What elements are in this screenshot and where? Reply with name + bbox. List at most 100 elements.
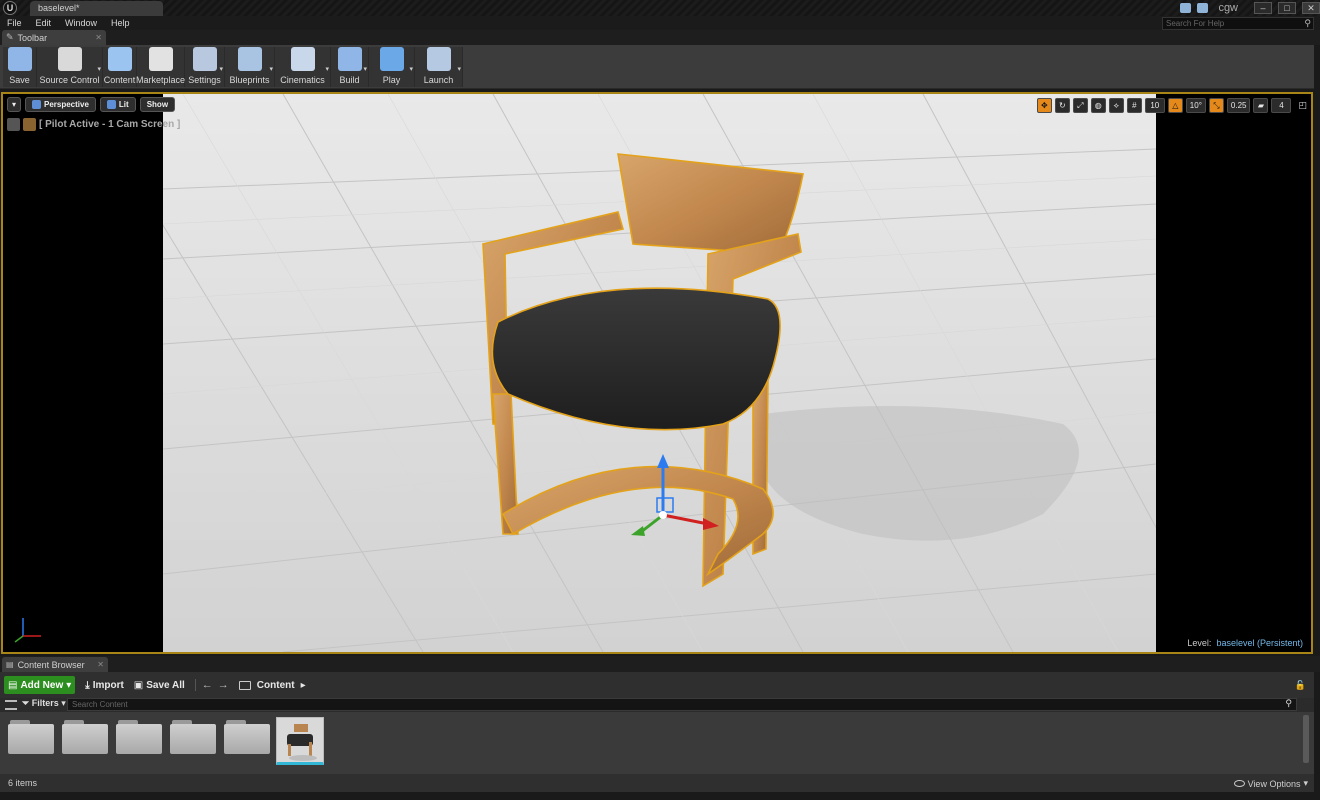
chevron-down-icon[interactable]: ▾ [325,65,329,73]
content-button[interactable]: Content [103,47,137,87]
asset-folder[interactable] [8,720,54,754]
chevron-down-icon[interactable]: ▾ [97,65,101,73]
content-browser-icon: ▤ [6,660,14,669]
surface-snap-icon[interactable]: ⟡ [1108,98,1124,113]
user-name[interactable]: cgw [1218,2,1238,14]
launch-icon [426,47,451,71]
back-arrow-icon[interactable]: ← [202,679,213,691]
scale-snap-icon[interactable]: ⤡ [1208,98,1224,113]
eject-icon[interactable] [7,118,20,131]
content-browser-tab[interactable]: ▤ Content Browser ✕ [2,657,108,672]
toolbar-tab[interactable]: ✎ Toolbar ✕ [2,30,106,45]
rotation-snap-value[interactable]: 10° [1185,98,1206,113]
viewport-scene[interactable] [163,94,1156,652]
viewport-transform-tools: ✥ ↻ ⤢ ◍ ⟡ # 10 △ 10° ⤡ 0.25 ▰ 4 ◰ [1036,98,1307,113]
rotation-snap-icon[interactable]: △ [1167,98,1183,113]
forward-arrow-icon[interactable]: → [218,679,229,691]
scale-snap-value[interactable]: 0.25 [1226,98,1251,113]
asset-folder[interactable] [62,720,108,754]
grid-snap-icon[interactable]: # [1126,98,1142,113]
show-flags-label: Show [146,100,169,109]
marketplace-icon [148,47,173,71]
scale-mode-icon[interactable]: ⤢ [1072,98,1088,113]
launch-button[interactable]: Launch ▾ [415,47,463,87]
translate-mode-icon[interactable]: ✥ [1036,98,1052,113]
maximize-button[interactable]: □ [1278,2,1296,14]
feedback-icon[interactable] [1197,3,1209,13]
menu-file[interactable]: File [0,16,29,30]
chevron-down-icon: ▾ [1303,778,1308,788]
sources-panel-icon[interactable] [5,700,17,710]
camera-speed-value[interactable]: 4 [1271,98,1292,113]
view-options-button[interactable]: View Options ▾ [1233,778,1308,789]
level-name: baselevel (Persistent) [1216,638,1303,648]
chair-thumbnail-icon [287,724,317,761]
toolbar-button-label: Cinematics [280,75,325,85]
chevron-down-icon[interactable]: ▾ [219,65,223,73]
content-browser-tab-bar: ▤ Content Browser ✕ [0,656,1320,672]
search-content-placeholder: Search Content [72,700,128,709]
content-browser-tab-label: Content Browser [17,659,85,670]
minimize-button[interactable]: – [1254,2,1272,14]
toolbar-button-label: Source Control [39,75,100,85]
menu-edit[interactable]: Edit [29,16,59,30]
lighting-mode-button[interactable]: Lit [99,97,136,112]
breadcrumb-chevron-icon[interactable]: ▸ [301,680,306,691]
add-new-button[interactable]: ▤ Add New ▾ [4,676,76,694]
asset-folder[interactable] [170,720,216,754]
close-tab-icon[interactable]: ✕ [95,33,102,42]
document-tab[interactable]: baselevel* [30,1,163,16]
rotate-mode-icon[interactable]: ↻ [1054,98,1070,113]
lit-sphere-icon [106,100,116,109]
play-button[interactable]: Play ▾ [369,47,415,87]
notification-icon[interactable] [1180,3,1192,13]
settings-button[interactable]: Settings ▾ [185,47,225,87]
axis-indicator-icon [14,618,41,643]
chevron-down-icon[interactable]: ▾ [409,65,413,73]
breadcrumb-content[interactable]: Content [257,680,295,691]
import-button[interactable]: ⤓ Import [85,680,124,691]
maximize-viewport-icon[interactable]: ◰ [1298,100,1307,111]
search-content-input[interactable]: Search Content ⚲ [67,698,1297,711]
level-viewport[interactable]: ▾ Perspective Lit Show [ Pilot Active - … [1,92,1313,654]
filters-button[interactable]: ⏷ Filters ▾ [22,698,66,709]
play-icon [379,47,404,71]
chevron-down-icon[interactable]: ▾ [269,65,273,73]
asset-folder[interactable] [116,720,162,754]
close-tab-icon[interactable]: ✕ [97,660,104,669]
blueprints-button[interactable]: Blueprints ▾ [225,47,275,87]
save-all-button[interactable]: ▣ Save All [134,680,185,691]
chevron-down-icon[interactable]: ▾ [363,65,367,73]
build-button[interactable]: Build ▾ [331,47,369,87]
world-space-icon[interactable]: ◍ [1090,98,1106,113]
cinematics-button[interactable]: Cinematics ▾ [275,47,331,87]
asset-scrollbar[interactable] [1303,715,1309,763]
close-button[interactable]: ✕ [1302,2,1320,14]
marketplace-button[interactable]: Marketplace [135,47,186,87]
chevron-down-icon[interactable]: ▾ [457,65,461,73]
lock-icon[interactable]: 🔓 [1295,680,1306,691]
history-navigation: ← → [194,679,229,691]
menu-window[interactable]: Window [58,16,104,30]
viewport-menu-button[interactable]: ▾ [7,97,21,112]
source-control-icon [57,47,82,71]
view-mode-button[interactable]: Perspective [25,97,96,112]
source-control-button[interactable]: Source Control ▾ [37,47,103,87]
show-flags-button[interactable]: Show [139,97,176,112]
asset-grid [0,712,1314,774]
level-label: Level: [1187,638,1212,648]
toolbar-buttons: Save Source Control ▾ Content Marketplace Set… [3,47,463,87]
unreal-logo-icon[interactable]: U [3,1,17,15]
camera-speed-icon[interactable]: ▰ [1253,98,1269,113]
save-button[interactable]: Save [3,47,37,87]
menu-help[interactable]: Help [104,16,137,30]
level-readout: Level: baselevel (Persistent) [1187,638,1303,648]
save-icon [7,47,32,71]
toolbar-tab-label: Toolbar [17,32,48,43]
grid-snap-value[interactable]: 10 [1144,98,1165,113]
help-search-input[interactable]: Search For Help ⚲ [1162,17,1314,30]
chair-asset-thumbnail[interactable] [276,717,324,765]
toolbar-button-label: Marketplace [135,75,186,85]
asset-folder[interactable] [224,720,270,754]
filters-label: Filters [31,698,59,708]
